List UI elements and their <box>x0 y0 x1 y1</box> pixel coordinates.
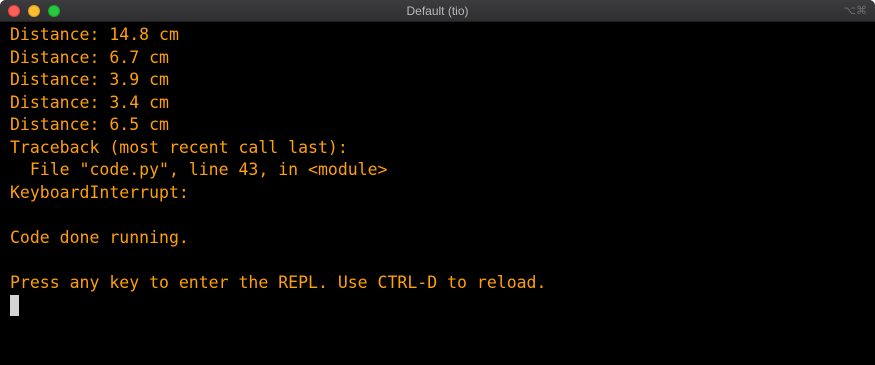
terminal-line: Code done running. <box>10 227 189 247</box>
terminal-line: Distance: 3.9 cm <box>10 70 169 89</box>
title-bar[interactable]: Default (tio) ⌥⌘ <box>0 0 875 22</box>
terminal-output[interactable]: Distance: 14.8 cm Distance: 6.7 cm Dista… <box>10 24 865 362</box>
terminal-line: Distance: 6.5 cm <box>10 115 169 134</box>
terminal-line: Traceback (most recent call last): <box>10 137 348 157</box>
terminal-line: Distance: 14.8 cm <box>10 25 179 44</box>
terminal-cursor-line <box>10 294 865 317</box>
terminal-line: Distance: 6.7 cm <box>10 47 169 67</box>
window-title: Default (tio) <box>406 4 469 18</box>
terminal-line: File "code.py", line 43, in <module> <box>10 160 388 179</box>
terminal-window: Default (tio) ⌥⌘ Distance: 14.8 cm Dista… <box>0 0 875 365</box>
terminal-line: KeyboardInterrupt: <box>10 182 189 202</box>
terminal-line: Distance: 3.4 cm <box>10 92 169 112</box>
keyboard-shortcut-hint: ⌥⌘ <box>843 4 867 17</box>
terminal-line: Press any key to enter the REPL. Use CTR… <box>10 272 547 292</box>
text-cursor <box>10 295 19 316</box>
